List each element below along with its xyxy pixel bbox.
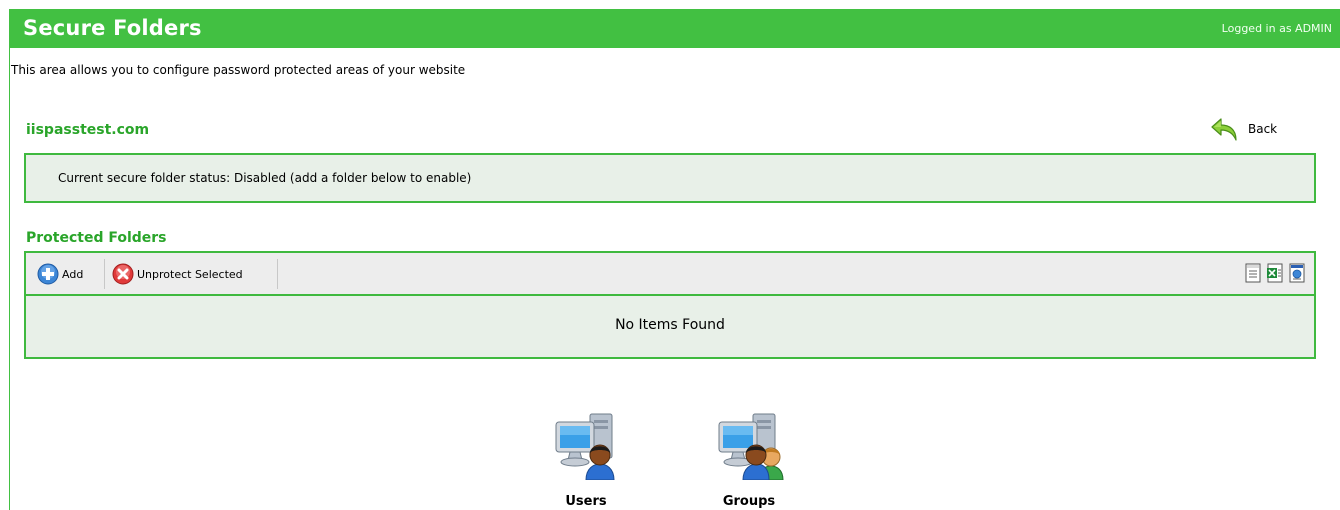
toolbar-separator [104,259,105,289]
groups-tile[interactable]: Groups [704,408,794,509]
page-title: Secure Folders [23,16,202,40]
protected-folders-grid: Add Unprotect Selected No Items Found [24,251,1316,359]
back-button[interactable]: Back [1210,114,1277,144]
status-text: Current secure folder status: Disabled (… [58,171,472,185]
login-status: Logged in as ADMIN [1221,22,1332,35]
groups-icon [718,413,784,480]
page-header: Secure Folders Logged in as ADMIN [9,9,1340,48]
add-icon [37,263,59,285]
export-text-icon[interactable] [1244,263,1262,283]
remove-icon [112,263,134,285]
grid-toolbar: Add Unprotect Selected [26,253,1314,296]
status-panel: Current secure folder status: Disabled (… [24,153,1316,203]
export-excel-icon[interactable] [1266,263,1284,283]
unprotect-selected-button[interactable]: Unprotect Selected [112,262,243,286]
users-label: Users [565,494,607,509]
add-label: Add [62,267,84,281]
page-description: This area allows you to configure passwo… [11,63,466,77]
protected-folders-title: Protected Folders [26,230,167,246]
left-border [9,48,10,510]
add-button[interactable]: Add [37,262,83,286]
empty-message: No Items Found [615,317,725,333]
back-label: Back [1248,122,1278,136]
site-name: iispasstest.com [26,122,150,138]
users-icon [555,413,615,480]
export-web-icon[interactable] [1288,263,1306,283]
groups-label: Groups [722,494,776,509]
users-tile[interactable]: Users [541,408,631,509]
unprotect-label: Unprotect Selected [137,267,243,281]
toolbar-separator [277,259,278,289]
back-arrow-icon [1211,118,1237,141]
